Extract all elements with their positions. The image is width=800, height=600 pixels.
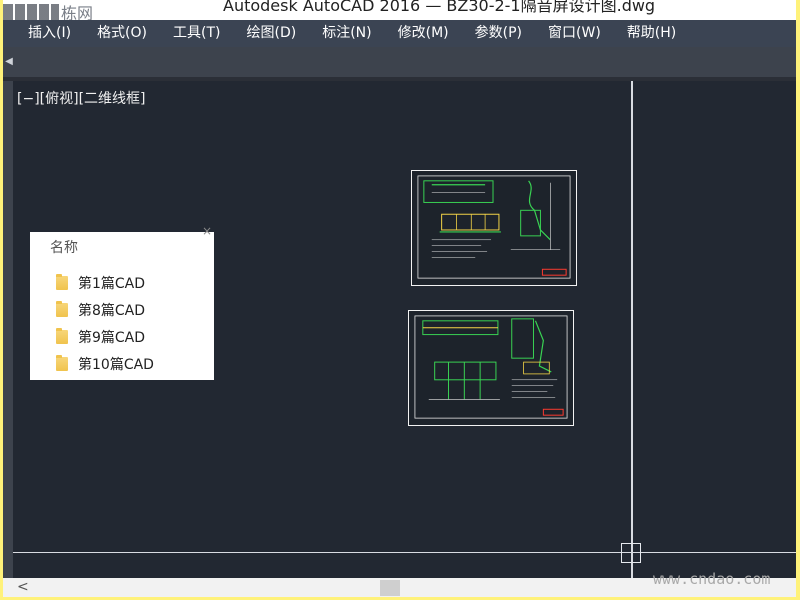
menu-item[interactable]: 帮助(H)	[614, 20, 689, 47]
menu-item[interactable]: 标注(N)	[309, 20, 384, 47]
drawing-sheet-2-graphic	[414, 315, 568, 419]
title-bar: 栋网 Autodesk AutoCAD 2016 — BZ30-2-1隔音屏设计…	[3, 0, 796, 20]
tab-scroll-left-icon[interactable]: ◀	[3, 55, 15, 69]
crosshair-horizontal-line	[13, 552, 796, 553]
folder-label: 第9篇CAD	[78, 330, 146, 346]
file-list-popup: 名称 × 第1篇CAD 第8篇CAD 第9篇CAD 第10篇CAD	[30, 224, 214, 380]
folder-label: 第1篇CAD	[78, 276, 146, 292]
folder-icon	[56, 355, 68, 371]
folder-item[interactable]: 第8篇CAD	[56, 298, 145, 322]
folder-item[interactable]: 第1篇CAD	[56, 271, 145, 295]
site-logo: 栋网	[3, 0, 103, 20]
window-title: Autodesk AutoCAD 2016 — BZ30-2-1隔音屏设计图.d…	[223, 0, 656, 15]
folder-icon	[56, 328, 68, 344]
watermark: www.cndao.com	[653, 570, 771, 588]
folder-item[interactable]: 第10篇CAD	[56, 352, 154, 376]
column-header-name[interactable]: 名称	[50, 237, 78, 257]
autocad-window: 栋网 Autodesk AutoCAD 2016 — BZ30-2-1隔音屏设计…	[3, 0, 796, 597]
folder-icon	[56, 274, 68, 290]
folder-label: 第10篇CAD	[78, 357, 154, 373]
folder-item[interactable]: 第9篇CAD	[56, 325, 145, 349]
menu-item[interactable]: 参数(P)	[462, 20, 535, 47]
viewport-controls-label[interactable]: [−][俯视][二维线框]	[17, 88, 146, 108]
menu-item[interactable]: 工具(T)	[160, 20, 233, 47]
viewport-left-edge	[3, 81, 13, 578]
scroll-left-arrow-icon[interactable]: <	[17, 579, 29, 595]
menu-item[interactable]: 插入(I)	[3, 20, 84, 47]
folder-icon	[56, 301, 68, 317]
scrollbar-thumb[interactable]	[380, 580, 400, 596]
close-icon[interactable]: ×	[202, 224, 212, 238]
crosshair-pickbox	[621, 543, 641, 563]
menu-item[interactable]: 修改(M)	[385, 20, 462, 47]
menu-item[interactable]: 格式(O)	[84, 20, 160, 47]
menu-item[interactable]: 绘图(D)	[234, 20, 310, 47]
folder-label: 第8篇CAD	[78, 303, 146, 319]
crosshair-vertical-line	[631, 81, 633, 578]
drawing-sheet-1[interactable]	[411, 170, 577, 286]
logo-text: 栋网	[61, 4, 94, 20]
drawing-sheet-2[interactable]	[408, 310, 574, 426]
menu-item[interactable]: 窗口(W)	[535, 20, 614, 47]
ribbon-tab-strip: ◀	[3, 47, 796, 77]
menu-bar: 插入(I) 格式(O) 工具(T) 绘图(D) 标注(N) 修改(M) 参数(P) 窗口(W)…	[3, 20, 796, 47]
drawing-sheet-1-graphic	[417, 175, 571, 279]
logo-blocks	[3, 4, 59, 20]
